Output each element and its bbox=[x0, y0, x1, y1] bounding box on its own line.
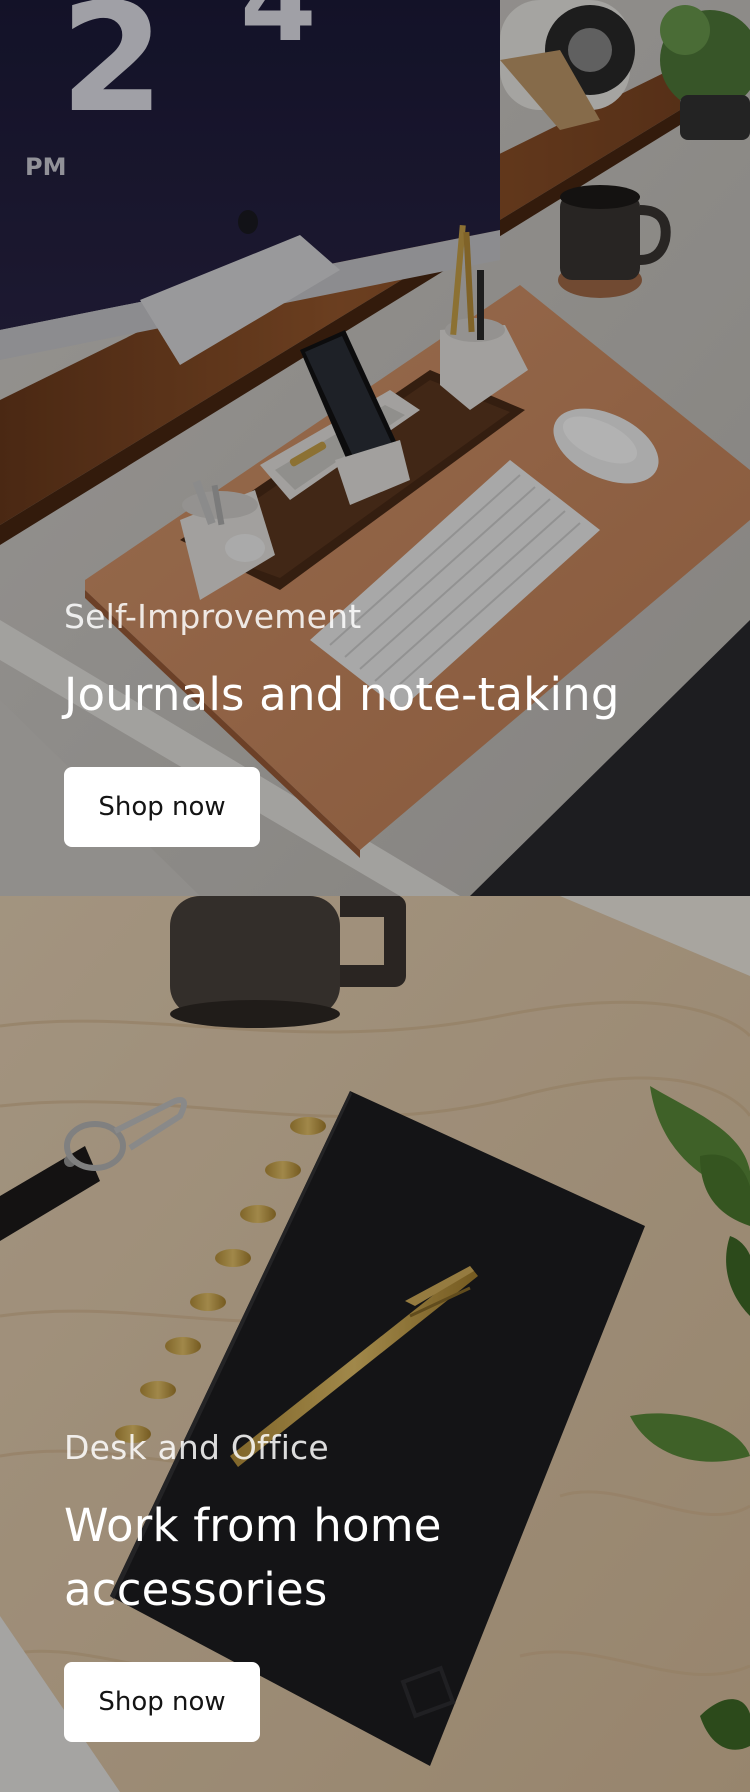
shop-now-button[interactable]: Shop now bbox=[64, 767, 260, 847]
promo-title: Work from home accessories bbox=[64, 1499, 442, 1616]
promo-title: Journals and note-taking bbox=[64, 668, 620, 721]
promo-copy: Self-Improvement Journals and note-takin… bbox=[64, 597, 710, 847]
promo-category: Self-Improvement bbox=[64, 597, 362, 636]
promo-banner-office[interactable]: Desk and Office Work from home accessori… bbox=[0, 896, 750, 1792]
shop-now-button[interactable]: Shop now bbox=[64, 1662, 260, 1742]
promo-banner-journals[interactable]: 2 4 PM Self-Improvement Journals and not… bbox=[0, 0, 750, 896]
promo-category: Desk and Office bbox=[64, 1428, 329, 1467]
promo-copy: Desk and Office Work from home accessori… bbox=[64, 1428, 710, 1742]
